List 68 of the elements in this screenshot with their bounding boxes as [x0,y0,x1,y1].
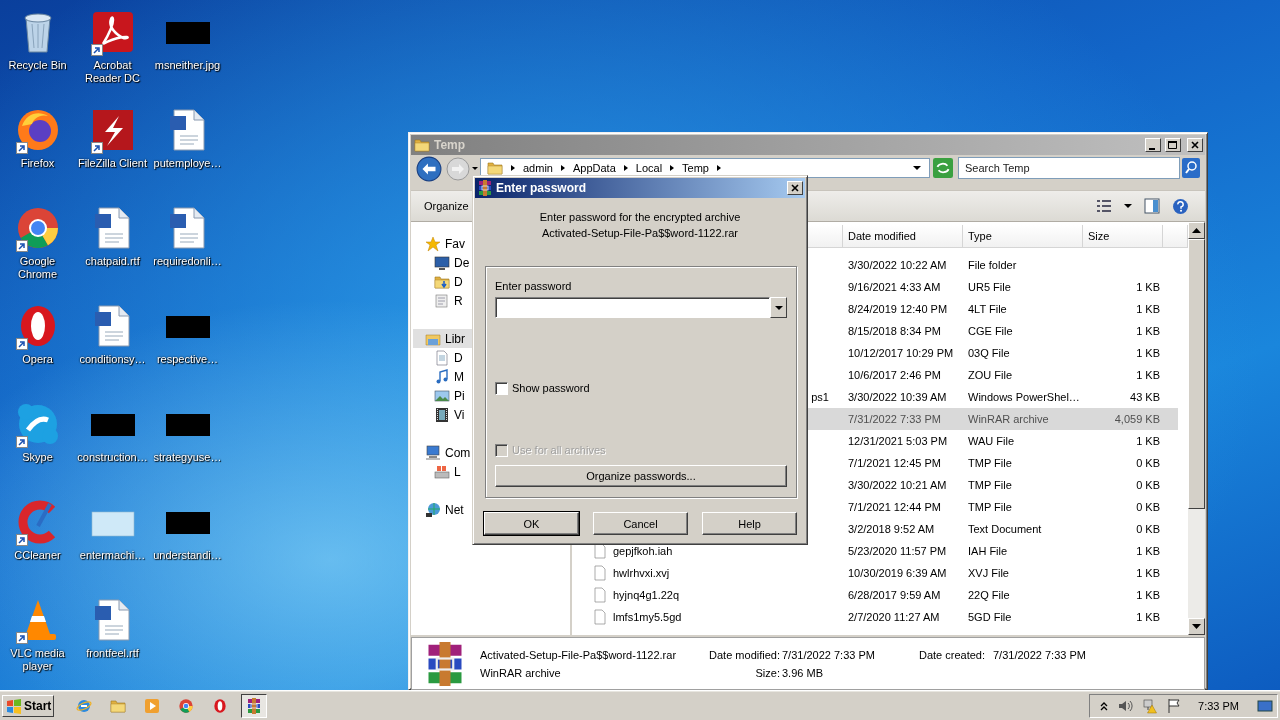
table-cell: Text Document [968,523,1042,535]
table-cell: 0 KB [1136,501,1160,513]
table-cell: 7/1/2021 12:45 PM [848,457,941,469]
table-cell: 0 KB [1136,523,1160,535]
table-cell: 10/12/2017 10:29 PM [848,347,954,359]
table-cell: 9/16/2021 4:33 AM [848,281,941,293]
table-cell: 7/1/2021 12:44 PM [848,501,941,513]
table-cell: 1 KB [1136,369,1160,381]
table-cell: 0 KB [1136,457,1160,469]
table-cell: 43 KB [1130,391,1160,403]
table-cell: 3/30/2022 10:39 AM [848,391,947,403]
table-cell: 2/7/2020 11:27 AM [848,611,940,623]
table-cell: 8/15/2018 8:34 PM [848,325,941,337]
table-cell: 0 KB [1136,479,1160,491]
table-cell: ZOU File [968,369,1012,381]
table-cell: 7/31/2022 7:33 PM [848,413,941,425]
table-cell: 1 KB [1136,589,1160,601]
table-cell: 3/2/2018 9:52 AM [848,523,935,535]
table-cell: TMP File [968,479,1012,491]
table-cell: 1 KB [1136,303,1160,315]
table-cell: Windows PowerShel… [968,391,1080,403]
table-cell: hyjnq4g1.22q [613,589,680,601]
dialog-title: Enter password [496,181,588,195]
field-value: 3.96 MB [782,666,824,679]
table-cell: hwlrhvxi.xvj [613,567,670,579]
table-cell: 5GD File [968,611,1012,623]
table-cell: 4,059 KB [1114,413,1160,425]
table-cell: WinRAR archive [968,413,1049,425]
table-cell: 8/24/2019 12:40 PM [848,303,948,315]
table-cell: 03Q File [968,347,1010,359]
table-cell: CGE File [968,325,1013,337]
file-type: WinRAR archive [480,666,562,679]
table-cell: 1 KB [1136,325,1160,337]
archive-name: Activated-Setup-File-Pa$$word-1122.rar [541,226,739,241]
table-cell: 1 KB [1136,567,1160,579]
table-cell: ps1 [811,391,829,403]
table-cell: lmfs1my5.5gd [613,611,682,623]
table-cell: WAU File [968,435,1015,447]
table-cell: 1 KB [1136,435,1160,447]
field-label: Date modified: [708,648,780,661]
table-cell: UR5 File [968,281,1011,293]
dialog-message: Enter password for the encrypted archive [539,210,741,225]
table-cell: 12/31/2021 5:03 PM [848,435,948,447]
table-cell: 1 KB [1136,347,1160,359]
field-value: 7/31/2022 7:33 PM [782,648,876,661]
table-cell: 22Q File [968,589,1010,601]
table-cell: 6/28/2017 9:59 AM [848,589,941,601]
table-cell: 10/30/2019 6:39 AM [848,567,947,579]
table-cell: 1 KB [1136,545,1160,557]
table-cell: TMP File [968,501,1012,513]
table-cell: 3/30/2022 10:21 AM [848,479,947,491]
table-cell: XVJ File [968,567,1009,579]
window-title: Temp [434,138,467,152]
table-cell: gepjfkoh.iah [613,545,673,557]
table-cell: 1 KB [1136,611,1160,623]
table-cell: File folder [968,259,1017,271]
table-cell: 5/23/2020 11:57 PM [848,545,947,557]
field-label: Size: [754,666,780,679]
table-cell: 1 KB [1136,281,1160,293]
table-cell: IAH File [968,545,1008,557]
table-cell: 3/30/2022 10:22 AM [848,259,947,271]
table-cell: 10/6/2017 2:46 PM [848,369,941,381]
table-cell: 4LT File [968,303,1007,315]
file-name: Activated-Setup-File-Pa$$word-1122.rar [480,648,678,661]
field-value: 7/31/2022 7:33 PM [993,648,1087,661]
table-cell: TMP File [968,457,1012,469]
field-label: Enter password [495,279,573,293]
field-label: Date created: [919,648,987,661]
